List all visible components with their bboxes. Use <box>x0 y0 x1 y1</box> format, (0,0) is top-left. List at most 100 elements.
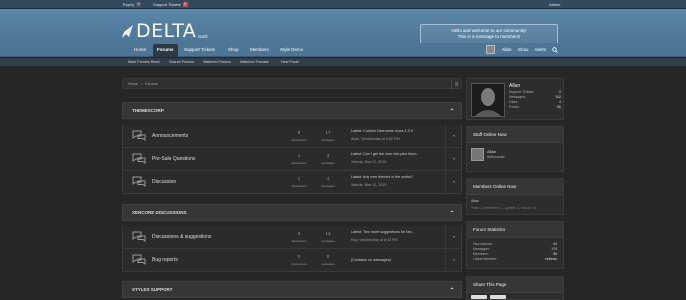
forum-row[interactable]: Bug reports 0 discussions 0 messages (Co… <box>122 249 462 272</box>
avatar[interactable] <box>486 45 496 54</box>
tab-home[interactable]: Home <box>134 47 146 52</box>
stat-label: Points: <box>509 105 520 109</box>
collapse-icon[interactable]: ⌃ <box>443 282 461 299</box>
tab-members[interactable]: Members <box>250 47 269 52</box>
category-title: THEMESCORP <box>132 108 164 113</box>
forum-title[interactable]: Discussions & suggestions <box>152 234 211 240</box>
tab-style-demo[interactable]: Style Demo <box>280 47 303 52</box>
rss-icon[interactable]: ◔ <box>445 226 461 249</box>
site-logo[interactable]: DELTA Dark <box>120 20 208 42</box>
search-forums-link[interactable]: Search Forums <box>169 60 194 64</box>
latest-post[interactable]: Latest: Can I get the user info plus the… <box>351 152 447 164</box>
forum-title[interactable]: Pre-Sale Questions <box>152 156 195 162</box>
watched-forums-link[interactable]: Watched Forums <box>203 60 231 64</box>
forum-row[interactable]: Pre-Sale Questions 1 discussions 3 messa… <box>122 148 462 171</box>
inbox-link[interactable]: Inbox <box>517 47 528 52</box>
latest-post[interactable]: Latest: Two more suggestions for fan... … <box>351 230 447 242</box>
forum-row[interactable]: Discussions & suggestions 3 discussions … <box>122 226 462 249</box>
forum-stats-list: Discussions: 44 Messages: 174 Members: 56 L… <box>467 242 563 262</box>
latest-title: (Contains no messages) <box>351 258 391 262</box>
tab-shop[interactable]: Shop <box>228 47 239 52</box>
forum-statistics-title: Forum Statistics <box>467 222 563 238</box>
admin-link[interactable]: Admin <box>549 2 560 7</box>
rss-icon[interactable]: ◔ <box>445 171 461 194</box>
share-button[interactable] <box>490 295 506 299</box>
messages-count: 3 <box>326 153 330 158</box>
category-header[interactable]: XENCORE DISCUSSIONS ⌃ <box>122 204 462 221</box>
rss-icon[interactable]: ◔ <box>445 249 461 272</box>
messages-label: messages <box>321 262 335 266</box>
discussions-label: discussions <box>291 161 307 165</box>
support-tickets-link[interactable]: Support Tickets 0 <box>153 2 188 7</box>
latest-prefix: Latest: <box>351 175 363 179</box>
latest-title[interactable]: Custom Username Icons 1.0.0 <box>363 129 413 133</box>
share-button[interactable] <box>471 295 487 299</box>
latest-meta: Allan, Wednesday at 9:52 PM <box>351 137 400 141</box>
breadcrumb: Home › Forums ≡ <box>122 78 462 90</box>
forum-title[interactable]: Announcements <box>152 133 188 139</box>
online-member-name[interactable]: Allan <box>471 199 479 203</box>
category-header[interactable]: THEMESCORP ⌃ <box>122 102 462 119</box>
forum-title[interactable]: Discussion <box>152 179 176 185</box>
category-header[interactable]: STYLES SUPPORT ⌃ <box>122 281 462 298</box>
forum-row[interactable]: Announcements 8 discussions 17 messages … <box>122 125 462 148</box>
avatar[interactable] <box>471 148 484 161</box>
messages-count: 13 <box>325 231 331 236</box>
share-page-title: Share This Page <box>467 277 563 293</box>
rocket-icon <box>122 25 133 38</box>
search-icon[interactable] <box>552 46 558 53</box>
tab-forums[interactable]: Forums <box>153 44 178 57</box>
discussions-count: 3 <box>297 231 301 236</box>
messages-count: 0 <box>326 254 330 259</box>
forum-statistics-box: Forum Statistics Discussions: 44 Messages… <box>466 221 564 269</box>
chat-bubbles-icon <box>132 231 146 242</box>
alerts-link[interactable]: Alerts <box>534 47 546 52</box>
sub-nav: Mark Forums Read Search Forums Watched F… <box>0 58 686 66</box>
latest-meta: Wanda, Mar 12, 2015 <box>351 160 387 164</box>
logo-text: DELTA <box>136 20 197 42</box>
rss-icon[interactable]: ◔ <box>445 148 461 171</box>
user-photo-icon <box>475 88 501 116</box>
chat-bubbles-icon <box>132 254 146 265</box>
latest-meta: Roy, Wednesday at 6:43 PM <box>351 238 398 242</box>
messages-count: 17 <box>325 130 331 135</box>
online-total: Total: 1 (members: 1, guests: 0, robots:… <box>471 206 536 210</box>
stat-row: Latest Member: celboss <box>467 257 563 262</box>
profile-name[interactable]: Allan <box>509 83 520 89</box>
latest-post[interactable]: Latest: Any new themes in the works? Wan… <box>351 175 447 187</box>
forum-list: Home › Forums ≡ THEMESCORP ⌃ Announcemen… <box>122 78 462 300</box>
collapse-icon[interactable]: ⌃ <box>443 205 461 222</box>
expiry-label: Expiry <box>123 2 135 7</box>
user-name-link[interactable]: Allan <box>501 47 511 52</box>
latest-prefix: Latest: <box>351 129 363 133</box>
breadcrumb-forums[interactable]: Forums <box>145 82 158 86</box>
mark-forums-read-link[interactable]: Mark Forums Read <box>128 60 160 64</box>
avatar[interactable] <box>471 83 505 117</box>
menu-icon[interactable]: ≡ <box>451 79 461 90</box>
collapse-icon[interactable]: ⌃ <box>443 103 461 120</box>
forum-row[interactable]: Discussion 1 discussions 4 messages Late… <box>122 171 462 194</box>
latest-title[interactable]: Two more suggestions for fan... <box>363 230 414 234</box>
user-nav: Allan Inbox Alerts <box>486 45 558 54</box>
latest-post[interactable]: Latest: Custom Username Icons 1.0.0 Alla… <box>351 129 447 141</box>
rss-icon[interactable]: ◔ <box>445 125 461 148</box>
latest-title[interactable]: Can I get the user info plus them... <box>363 152 419 156</box>
watched-threads-link[interactable]: Watched Threads <box>240 60 269 64</box>
new-posts-link[interactable]: New Posts <box>281 60 299 64</box>
category-title: STYLES SUPPORT <box>132 287 173 292</box>
discussions-label: discussions <box>291 184 307 188</box>
support-tickets-label: Support Tickets <box>153 2 181 7</box>
chat-bubbles-icon <box>132 153 146 164</box>
discussions-count: 1 <box>297 153 301 158</box>
stat-value[interactable]: celboss <box>545 257 557 262</box>
discussions-label: discussions <box>291 239 307 243</box>
forum-title[interactable]: Bug reports <box>152 257 178 263</box>
category-title: XENCORE DISCUSSIONS <box>132 210 187 215</box>
tab-support-tickets[interactable]: Support Tickets <box>184 47 215 52</box>
breadcrumb-home[interactable]: Home <box>128 82 138 86</box>
sidebar: Allan Support Tickets: 0 Messages: 102 Lik… <box>466 78 564 300</box>
expiry-link[interactable]: Expiry 0 <box>123 2 142 7</box>
staff-name[interactable]: Allan <box>487 149 496 154</box>
latest-post: (Contains no messages) <box>351 258 447 262</box>
latest-title[interactable]: Any new themes in the works? <box>363 175 413 179</box>
